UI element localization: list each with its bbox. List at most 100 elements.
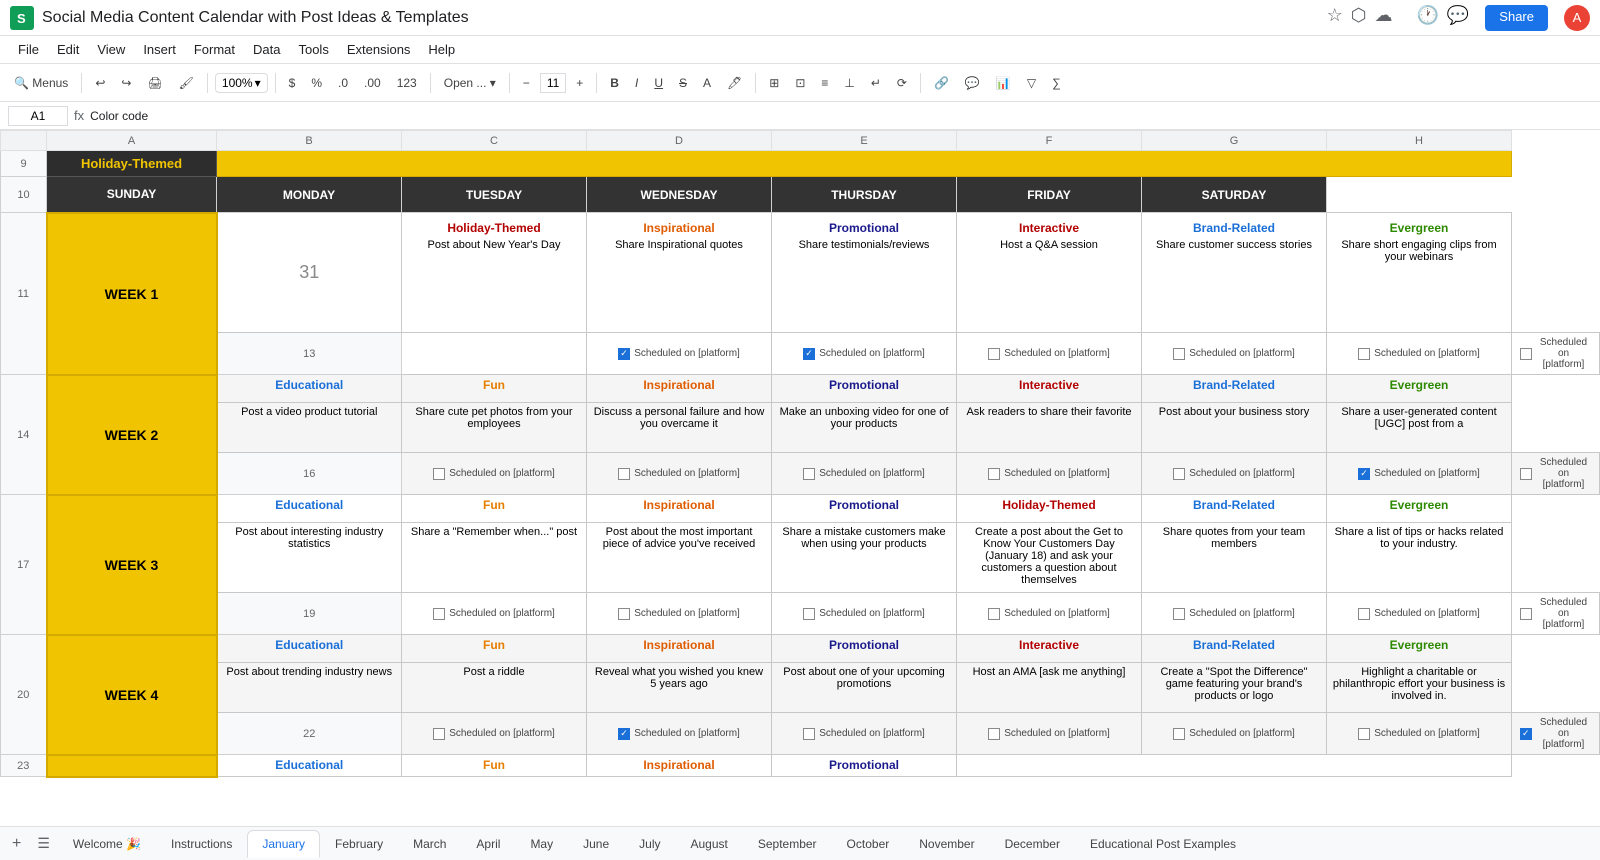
- col-header-f[interactable]: F: [957, 131, 1142, 151]
- undo-btn[interactable]: ↩: [89, 74, 111, 92]
- highlight-btn[interactable]: 🖊: [721, 74, 748, 92]
- valign-btn[interactable]: ⊥: [838, 74, 860, 92]
- week1-tuesday-checkbox[interactable]: [803, 348, 815, 360]
- tab-june[interactable]: June: [568, 830, 624, 858]
- w3-wed-sched[interactable]: Scheduled on [platform]: [957, 593, 1142, 635]
- menu-edit[interactable]: Edit: [49, 40, 87, 59]
- star-icon[interactable]: ☆: [1327, 5, 1343, 31]
- menu-view[interactable]: View: [89, 40, 133, 59]
- tab-december[interactable]: December: [990, 830, 1075, 858]
- tab-august[interactable]: August: [675, 830, 742, 858]
- font-size-inc[interactable]: +: [570, 74, 589, 92]
- week2-fri-sched[interactable]: Scheduled on [platform]: [1327, 453, 1512, 495]
- week1-friday-sched[interactable]: Scheduled on [platform]: [1327, 333, 1512, 375]
- w3-sun-sched[interactable]: Scheduled on [platform]: [402, 593, 587, 635]
- w3-sat-sched[interactable]: Scheduled on [platform]: [1512, 593, 1600, 635]
- percent-btn[interactable]: %: [305, 74, 328, 92]
- w4-fri-sched[interactable]: Scheduled on [platform]: [1327, 713, 1512, 755]
- w3-fri-cb[interactable]: [1358, 608, 1370, 620]
- w2-sun-cb[interactable]: [433, 468, 445, 480]
- tab-welcome[interactable]: Welcome 🎉: [58, 830, 156, 858]
- w4-sun-cb[interactable]: [433, 728, 445, 740]
- comment-icon[interactable]: 💬: [1447, 5, 1469, 31]
- w2-fri-cb[interactable]: [1358, 468, 1370, 480]
- redo-btn[interactable]: ↪: [115, 74, 137, 92]
- font-btn[interactable]: Open ... ▾: [438, 74, 502, 92]
- week2-sun-sched[interactable]: Scheduled on [platform]: [402, 453, 587, 495]
- text-color-btn[interactable]: A: [697, 74, 717, 92]
- col-header-a[interactable]: A: [47, 131, 217, 151]
- w4-thu-sched[interactable]: Scheduled on [platform]: [1142, 713, 1327, 755]
- w3-thu-cb[interactable]: [1173, 608, 1185, 620]
- w2-thu-cb[interactable]: [1173, 468, 1185, 480]
- week2-mon-sched[interactable]: Scheduled on [platform]: [587, 453, 772, 495]
- w3-sat-cb[interactable]: [1520, 608, 1532, 620]
- week1-tuesday-sched[interactable]: Scheduled on [platform]: [772, 333, 957, 375]
- functions-btn[interactable]: ∑: [1046, 74, 1067, 92]
- w3-tue-sched[interactable]: Scheduled on [platform]: [772, 593, 957, 635]
- strikethrough-btn[interactable]: S: [673, 74, 693, 92]
- tab-july[interactable]: July: [624, 830, 675, 858]
- w3-sun-cb[interactable]: [433, 608, 445, 620]
- w2-mon-cb[interactable]: [618, 468, 630, 480]
- week2-tue-sched[interactable]: Scheduled on [platform]: [772, 453, 957, 495]
- w4-sat-cb[interactable]: [1520, 728, 1532, 740]
- w3-fri-sched[interactable]: Scheduled on [platform]: [1327, 593, 1512, 635]
- decimal-dec-btn[interactable]: .0: [332, 74, 354, 92]
- borders-btn[interactable]: ⊞: [763, 74, 785, 92]
- menu-extensions[interactable]: Extensions: [339, 40, 419, 59]
- week2-thu-sched[interactable]: Scheduled on [platform]: [1142, 453, 1327, 495]
- w4-tue-sched[interactable]: Scheduled on [platform]: [772, 713, 957, 755]
- tab-march[interactable]: March: [398, 830, 461, 858]
- tab-february[interactable]: February: [320, 830, 398, 858]
- tab-may[interactable]: May: [515, 830, 568, 858]
- account-icon[interactable]: A: [1564, 5, 1590, 31]
- merge-btn[interactable]: ⊡: [789, 74, 811, 92]
- share-icon[interactable]: ⬡: [1351, 5, 1367, 31]
- w3-wed-cb[interactable]: [988, 608, 1000, 620]
- rotate-btn[interactable]: ⟳: [891, 74, 913, 92]
- menu-data[interactable]: Data: [245, 40, 288, 59]
- add-sheet-btn[interactable]: +: [4, 831, 29, 857]
- week1-monday-checkbox[interactable]: [618, 348, 630, 360]
- history-icon[interactable]: 🕐: [1416, 5, 1438, 31]
- underline-btn[interactable]: U: [648, 74, 669, 92]
- w4-wed-sched[interactable]: Scheduled on [platform]: [957, 713, 1142, 755]
- cloud-icon[interactable]: ☁: [1374, 5, 1392, 31]
- wrap-btn[interactable]: ↵: [865, 74, 887, 92]
- align-btn[interactable]: ≡: [815, 74, 834, 92]
- chart-btn[interactable]: 📊: [990, 74, 1017, 92]
- w2-tue-cb[interactable]: [803, 468, 815, 480]
- col-header-d[interactable]: D: [587, 131, 772, 151]
- w4-thu-cb[interactable]: [1173, 728, 1185, 740]
- font-size-dec[interactable]: −: [517, 74, 536, 92]
- italic-btn[interactable]: I: [629, 74, 644, 92]
- grid-scroll[interactable]: A B C D E F G H 9 Holiday-Themed: [0, 130, 1600, 826]
- w4-sat-sched[interactable]: Scheduled on [platform]: [1512, 713, 1600, 755]
- w3-mon-cb[interactable]: [618, 608, 630, 620]
- week1-wednesday-checkbox[interactable]: [988, 348, 1000, 360]
- search-menus-btn[interactable]: 🔍 Menus: [8, 74, 74, 92]
- tab-november[interactable]: November: [904, 830, 989, 858]
- w4-mon-sched[interactable]: Scheduled on [platform]: [587, 713, 772, 755]
- tab-january[interactable]: January: [247, 830, 320, 858]
- zoom-control[interactable]: 100% ▾: [215, 73, 268, 93]
- menu-format[interactable]: Format: [186, 40, 243, 59]
- paint-format-btn[interactable]: 🖌: [173, 74, 200, 92]
- col-header-c[interactable]: C: [402, 131, 587, 151]
- tab-april[interactable]: April: [461, 830, 515, 858]
- col-header-b[interactable]: B: [217, 131, 402, 151]
- comment-btn[interactable]: 💬: [959, 74, 986, 92]
- w4-mon-cb[interactable]: [618, 728, 630, 740]
- menu-file[interactable]: File: [10, 40, 47, 59]
- w4-wed-cb[interactable]: [988, 728, 1000, 740]
- cell-reference[interactable]: A1: [8, 106, 68, 126]
- w2-sat-cb[interactable]: [1520, 468, 1532, 480]
- w4-fri-cb[interactable]: [1358, 728, 1370, 740]
- week1-saturday-sched[interactable]: Scheduled on [platform]: [1512, 333, 1600, 375]
- tab-september[interactable]: September: [743, 830, 832, 858]
- col-header-e[interactable]: E: [772, 131, 957, 151]
- week1-friday-checkbox[interactable]: [1358, 348, 1370, 360]
- week1-wednesday-sched[interactable]: Scheduled on [platform]: [957, 333, 1142, 375]
- filter-btn[interactable]: ▽: [1021, 74, 1042, 92]
